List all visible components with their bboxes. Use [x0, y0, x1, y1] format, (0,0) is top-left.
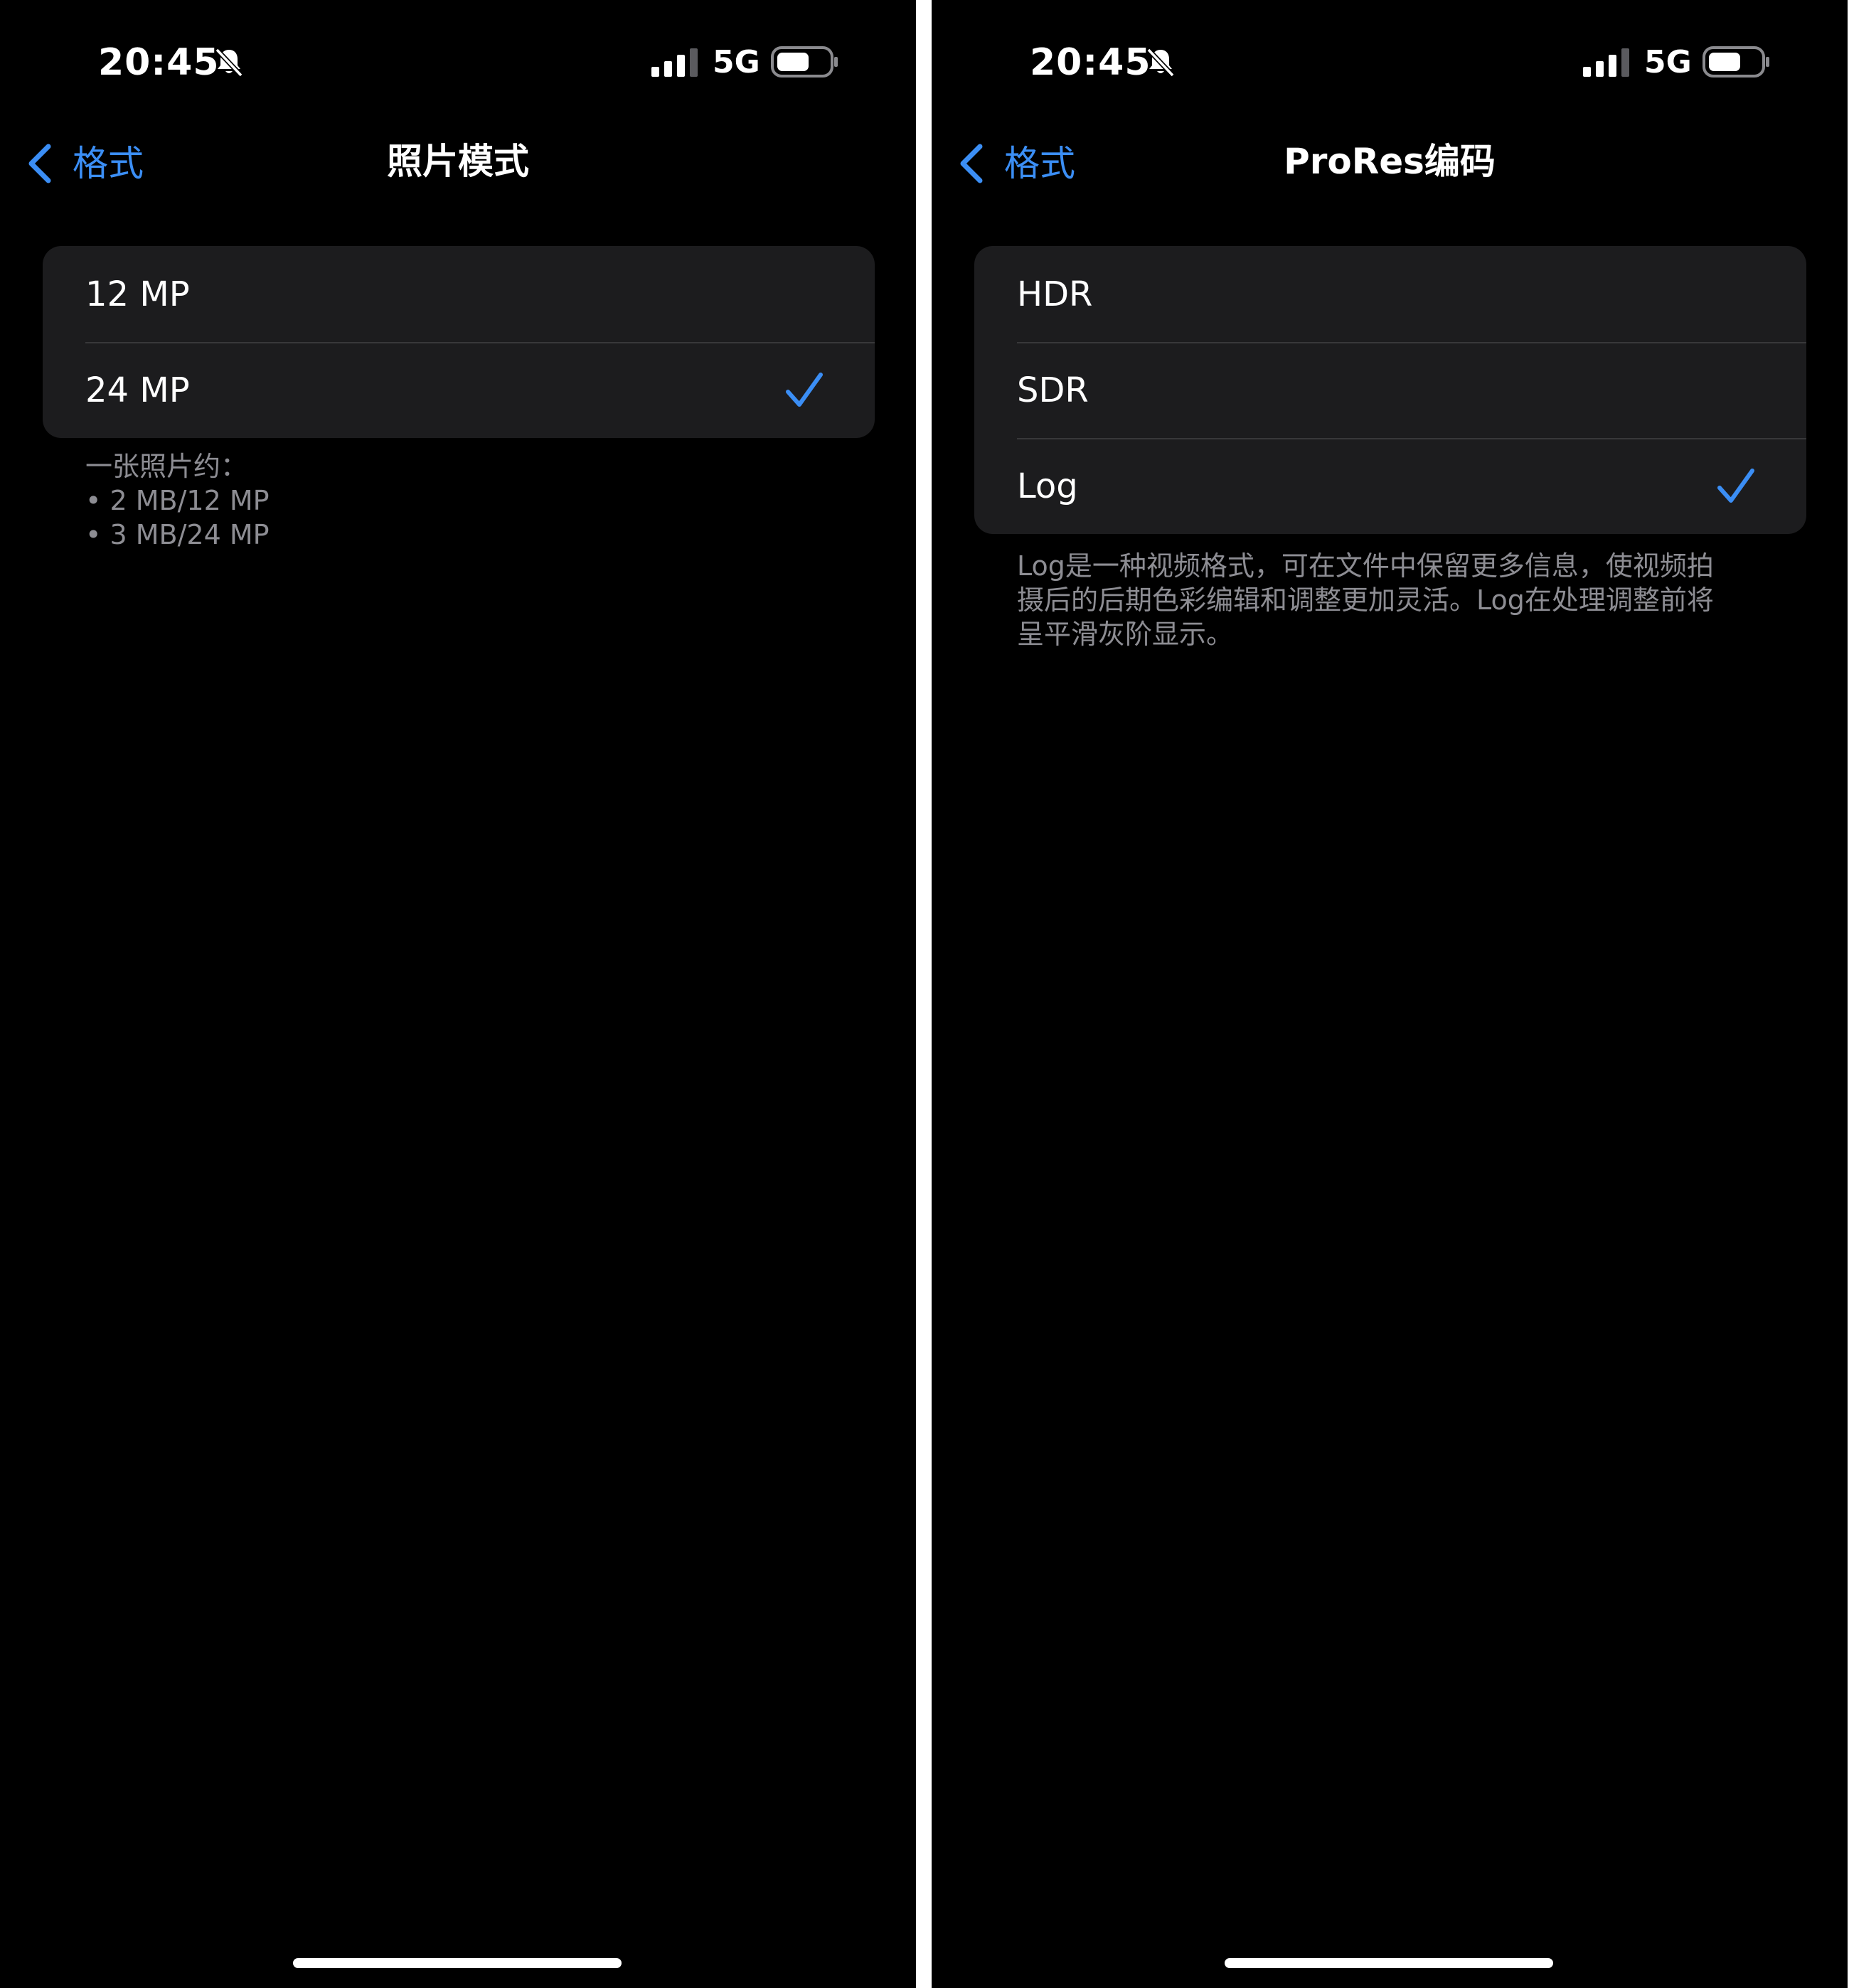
checkmark-icon — [1717, 469, 1754, 503]
status-time: 20:45 — [98, 41, 220, 84]
note-line: • 3 MB/24 MP — [85, 519, 270, 550]
note-line: 呈平滑灰阶显示。 — [1017, 619, 1234, 650]
bell-slash-icon — [215, 48, 243, 78]
option-label: Log — [1017, 466, 1078, 506]
note-line: Log是一种视频格式，可在文件中保留更多信息，使视频拍 — [1017, 550, 1714, 582]
note-line: 摄后的后期色彩编辑和调整更加灵活。Log在处理调整前将 — [1017, 584, 1714, 616]
option-12mp[interactable]: 12 MP — [43, 246, 875, 342]
option-log[interactable]: Log — [974, 438, 1806, 534]
bell-slash-icon — [1146, 48, 1175, 78]
note-line: • 2 MB/12 MP — [85, 485, 270, 516]
checkmark-icon — [786, 373, 823, 407]
option-sdr[interactable]: SDR — [974, 342, 1806, 438]
prores-encoding-screen: 20:45 5G 格式 ProRes编码 HDR SDR Log Log是一种视… — [932, 0, 1848, 1988]
home-indicator[interactable] — [293, 1958, 622, 1968]
prores-encoding-options: HDR SDR Log — [974, 246, 1806, 534]
photo-mode-options: 12 MP 24 MP — [43, 246, 875, 438]
home-indicator[interactable] — [1225, 1958, 1553, 1968]
photo-mode-screen: 20:45 5G 格式 照片模式 12 MP 24 MP 一张照片约： • 2 … — [0, 0, 916, 1988]
option-label: HDR — [1017, 274, 1093, 314]
cellular-signal-icon — [651, 48, 698, 77]
cellular-signal-icon — [1583, 48, 1629, 77]
battery-icon — [1703, 46, 1769, 78]
size-note: 一张照片约： • 2 MB/12 MP • 3 MB/24 MP — [85, 449, 825, 552]
network-type: 5G — [713, 44, 760, 80]
option-label: 24 MP — [85, 370, 190, 410]
status-time: 20:45 — [1030, 41, 1151, 84]
log-description: Log是一种视频格式，可在文件中保留更多信息，使视频拍 摄后的后期色彩编辑和调整… — [1017, 549, 1757, 651]
page-title: 照片模式 — [387, 141, 529, 182]
option-hdr[interactable]: HDR — [974, 246, 1806, 342]
option-label: 12 MP — [85, 274, 190, 314]
option-label: SDR — [1017, 370, 1089, 410]
option-24mp[interactable]: 24 MP — [43, 342, 875, 438]
page-title: ProRes编码 — [1284, 141, 1496, 182]
network-type: 5G — [1644, 44, 1692, 80]
battery-icon — [771, 46, 838, 78]
note-line: 一张照片约： — [85, 451, 248, 482]
